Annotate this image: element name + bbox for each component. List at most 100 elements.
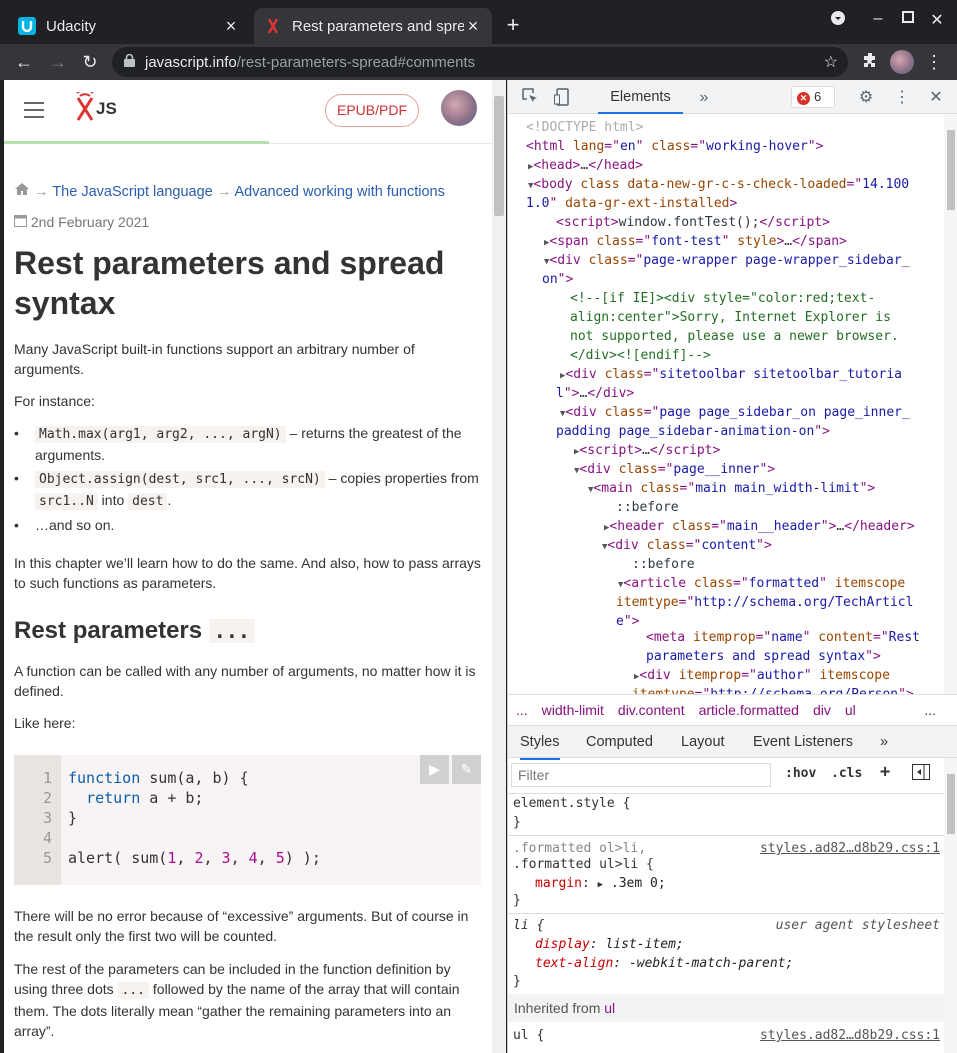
address-bar[interactable]: javascript.info/rest-parameters-spread#c…	[112, 47, 848, 77]
dom-tree-scrollbar[interactable]	[944, 114, 957, 694]
inspect-element-icon[interactable]	[520, 88, 540, 108]
css-property[interactable]: margin: ▶ .3em 0;	[535, 874, 666, 895]
dom-node[interactable]: ▶<head>…</head>	[528, 156, 643, 177]
rule-selector[interactable]: ul {	[513, 1026, 544, 1045]
dom-pseudo[interactable]: ::before	[616, 498, 679, 517]
tab-computed[interactable]: Computed	[586, 726, 653, 758]
reload-icon[interactable]: ↻	[78, 50, 102, 74]
dom-node[interactable]: ▶<div itemprop="author" itemscope	[634, 666, 890, 687]
more-tabs-icon[interactable]: »	[694, 88, 714, 108]
close-devtools-icon[interactable]: ✕	[926, 88, 946, 108]
list-item-text: – copies properties from	[324, 470, 479, 486]
dom-node[interactable]: ▼<main class="main main_width-limit">	[588, 479, 875, 500]
rule-selector[interactable]: element.style {	[513, 794, 630, 813]
rule-source-link[interactable]: styles.ad82…d8b29.css:1	[760, 1026, 940, 1045]
home-icon[interactable]	[14, 183, 34, 200]
code-line: return a + b;	[86, 789, 204, 807]
dom-node[interactable]: ▼<div class="page page_sidebar_on page_i…	[560, 403, 910, 424]
dom-crumb[interactable]: div	[813, 702, 831, 718]
dom-node[interactable]: ▶<div class="sitetoolbar sitetoolbar_tut…	[560, 365, 902, 386]
settings-gear-icon[interactable]: ⚙	[856, 88, 876, 108]
tab-rest-parameters[interactable]: Rest parameters and spre ×	[254, 8, 492, 44]
scrollbar-thumb[interactable]	[947, 130, 955, 210]
tab-styles[interactable]: Styles	[520, 726, 560, 760]
dom-node[interactable]: ▶<span class="font-test" style>…</span>	[544, 232, 847, 253]
tab-event-listeners[interactable]: Event Listeners	[753, 726, 853, 758]
breadcrumb-link-language[interactable]: The JavaScript language	[52, 184, 212, 200]
close-window-icon[interactable]: ✕	[922, 10, 952, 30]
profile-avatar[interactable]	[890, 50, 914, 74]
dom-node[interactable]: ▶<script>…</script>	[574, 441, 720, 462]
css-property[interactable]: text-align: -webkit-match-parent;	[535, 954, 793, 973]
list-item: Math.max(arg1, arg2, ..., argN) – return…	[14, 423, 484, 465]
dom-crumb[interactable]: div.content	[618, 702, 685, 718]
property-value: -webkit-match-parent;	[628, 956, 794, 971]
list-item-text: …and so on.	[35, 517, 115, 533]
breadcrumb-sep: →	[34, 184, 49, 200]
property-name: text-align	[535, 956, 614, 971]
dom-crumb[interactable]: width-limit	[542, 702, 604, 718]
dom-node[interactable]: <html lang="en" class="working-hover">	[526, 137, 823, 156]
rule-selector[interactable]: .formatted ul>li {	[513, 855, 654, 874]
user-avatar[interactable]	[441, 90, 477, 126]
styles-scrollbar[interactable]	[944, 758, 957, 1053]
css-property[interactable]: display: list-item;	[535, 935, 684, 954]
hamburger-menu-icon[interactable]	[24, 102, 44, 123]
filter-input[interactable]: Filter	[511, 763, 771, 787]
bookmark-star-icon[interactable]: ☆	[824, 52, 838, 72]
new-style-rule-icon[interactable]: +	[880, 762, 890, 782]
dom-tree[interactable]: <!DOCTYPE html> <html lang="en" class="w…	[508, 114, 944, 694]
line-number: 3	[42, 809, 52, 827]
run-code-icon[interactable]: ▶	[420, 755, 449, 784]
site-logo[interactable]: JS	[74, 92, 134, 122]
inherited-element-link[interactable]: ul	[604, 1000, 615, 1016]
menu-kebab-icon[interactable]: ⋮	[922, 50, 946, 74]
hov-toggle[interactable]: :hov	[785, 766, 816, 781]
dom-node[interactable]: ▼<body class data-new-gr-c-s-check-loade…	[528, 175, 909, 196]
rule-source-link[interactable]: styles.ad82…d8b29.css:1	[760, 839, 940, 858]
close-tab-icon[interactable]: ×	[464, 16, 482, 37]
dom-node[interactable]: ▶<header class="main__header">…</header>	[604, 517, 915, 538]
dom-crumb[interactable]: ...	[516, 702, 528, 718]
device-toolbar-icon[interactable]	[552, 88, 572, 108]
dom-pseudo[interactable]: ::before	[632, 555, 695, 574]
devtools-menu-icon[interactable]: ⋮	[892, 88, 912, 108]
dom-node[interactable]: <meta itemprop="name" content="Rest	[646, 628, 920, 647]
dom-crumb[interactable]: ...	[924, 695, 936, 725]
tab-search-icon[interactable]	[823, 10, 853, 31]
tab-udacity[interactable]: Udacity ×	[8, 8, 250, 44]
dom-crumb[interactable]: ul	[845, 702, 856, 718]
dom-node[interactable]: ▼<div class="page__inner">	[574, 460, 775, 481]
minimize-icon[interactable]: –	[863, 10, 893, 28]
dom-node[interactable]: ▼<div class="page-wrapper page-wrapper_s…	[544, 251, 909, 272]
back-icon[interactable]: ←	[12, 50, 36, 74]
scrollbar-thumb[interactable]	[947, 774, 955, 834]
rule-source: user agent stylesheet	[775, 918, 940, 933]
close-tab-icon[interactable]: ×	[222, 16, 240, 37]
rule-selector[interactable]: li {	[513, 916, 544, 935]
tab-layout[interactable]: Layout	[681, 726, 725, 758]
cls-toggle[interactable]: .cls	[831, 766, 862, 781]
dom-crumb[interactable]: article.formatted	[699, 702, 799, 718]
dom-comment: </div><![endif]-->	[570, 348, 711, 363]
dom-node[interactable]: ▼<article class="formatted" itemscope	[618, 574, 905, 595]
toggle-sidebar-icon[interactable]	[912, 764, 930, 784]
tab-elements[interactable]: Elements	[598, 80, 683, 114]
dom-node[interactable]: ▼<div class="content">	[602, 536, 772, 557]
new-tab-icon[interactable]: +	[500, 12, 526, 38]
epub-pdf-button[interactable]: EPUB/PDF	[325, 94, 419, 127]
property-name: margin	[535, 876, 582, 891]
dom-node[interactable]: <!DOCTYPE html>	[526, 118, 643, 137]
extensions-icon[interactable]	[858, 50, 882, 74]
forward-icon[interactable]: →	[46, 50, 70, 74]
breadcrumb-link-functions[interactable]: Advanced working with functions	[234, 184, 444, 200]
page-scrollbar[interactable]	[492, 80, 506, 1053]
error-count-badge[interactable]: ✕ 6	[791, 86, 835, 108]
dom-node[interactable]: <script>window.fontTest();</script>	[556, 213, 830, 232]
more-tabs-icon[interactable]: »	[880, 726, 888, 758]
edit-code-icon[interactable]: ✎	[452, 755, 481, 784]
scrollbar-thumb[interactable]	[494, 96, 504, 216]
maximize-icon[interactable]	[893, 10, 923, 28]
dom-comment[interactable]: <!--[if IE]><div style="color:red;text-	[570, 289, 875, 308]
styles-tabbar: Styles Computed Layout Event Listeners »	[508, 726, 957, 760]
